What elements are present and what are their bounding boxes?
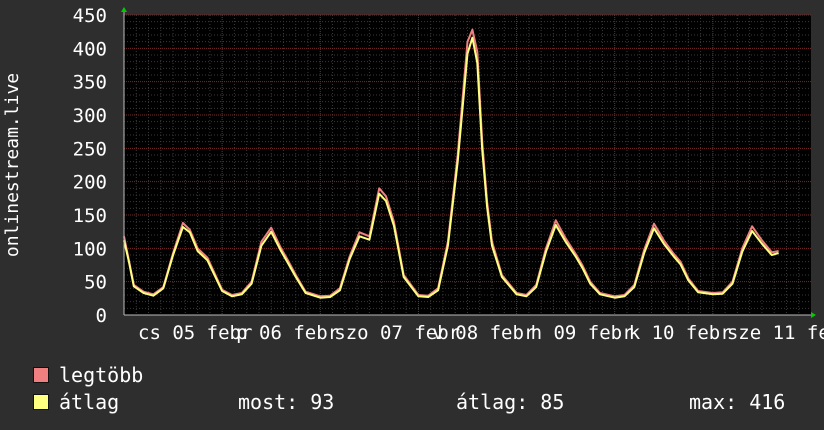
legend-label-max: legtöbb <box>59 363 144 387</box>
y-tick-label: 450 <box>73 5 107 27</box>
x-tick-label: h 09 febr <box>531 322 634 344</box>
x-tick-label: sze 11 febr <box>727 322 824 344</box>
legend-swatch-avg <box>33 393 49 410</box>
legend-item-max: legtöbb <box>33 363 143 387</box>
stat-now: most: 93 <box>238 390 335 414</box>
y-tick-label: 150 <box>73 205 107 227</box>
y-tick-label: 250 <box>73 138 107 160</box>
y-tick-label: 100 <box>73 238 107 260</box>
y-tick-label: 400 <box>73 38 107 60</box>
legend-swatch-max <box>33 366 49 383</box>
y-axis: 0 50 100 150 200 250 300 350 400 450 <box>73 5 107 327</box>
x-axis: cs 05 febrp 06 febrszo 07 febrv 08 febrh… <box>138 322 824 344</box>
stat-avg: átlag: 85 <box>456 390 565 414</box>
legend-item-avg: átlag <box>33 390 119 414</box>
y-tick-label: 0 <box>96 305 107 327</box>
legend-label-avg: átlag <box>59 390 120 414</box>
x-tick-label: p 06 febr <box>236 322 339 344</box>
x-tick-label: k 10 febr <box>629 322 732 344</box>
x-tick-label: v 08 febr <box>432 322 535 344</box>
y-axis-arrow-icon <box>121 7 127 12</box>
y-axis-label: onlinestream.live <box>2 73 23 257</box>
x-axis-arrow-icon <box>811 312 816 318</box>
y-tick-label: 350 <box>73 72 107 94</box>
stat-max: max: 416 <box>689 390 786 414</box>
y-tick-label: 300 <box>73 105 107 127</box>
y-tick-label: 50 <box>84 272 107 294</box>
y-tick-label: 200 <box>73 172 107 194</box>
